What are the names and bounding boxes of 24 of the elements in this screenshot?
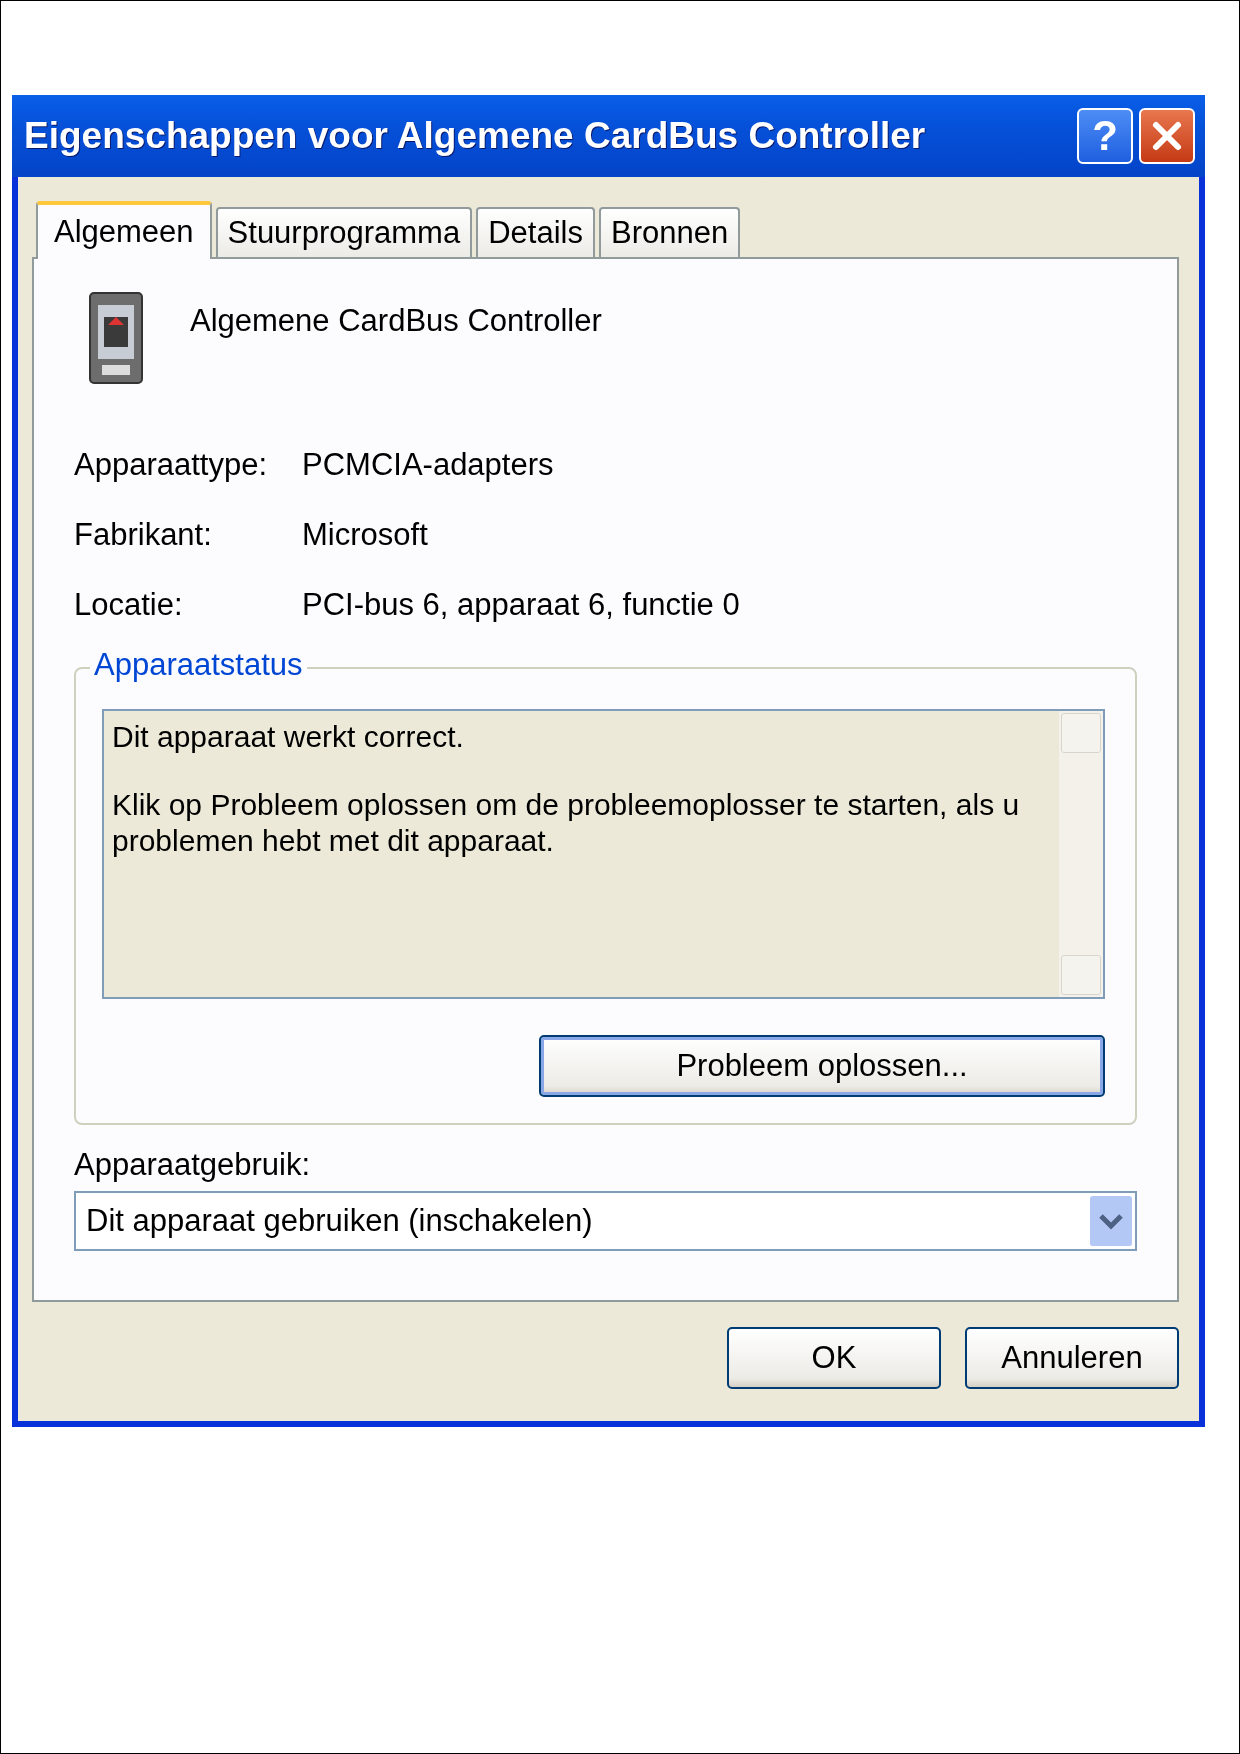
- close-button[interactable]: [1139, 108, 1195, 164]
- status-text: Dit apparaat werkt correct.: [112, 719, 465, 755]
- help-button[interactable]: ?: [1077, 108, 1133, 164]
- close-icon[interactable]: [1150, 119, 1184, 153]
- dialog-button[interactable]: Annuleren: [965, 1327, 1179, 1389]
- tab[interactable]: Bronnen: [598, 207, 741, 257]
- usage-dropdown[interactable]: Dit apparaat gebruiken (inschakelen): [74, 1191, 1137, 1251]
- property-value: PCMCIA-adapters: [302, 447, 555, 483]
- dialog-button[interactable]: OK: [727, 1327, 941, 1389]
- troubleshoot-button[interactable]: Probleem oplossen...: [539, 1035, 1105, 1097]
- dropdown-arrow-icon[interactable]: [1090, 1196, 1132, 1246]
- property-label: Fabrikant:: [74, 517, 213, 553]
- property-value: Microsoft: [302, 517, 429, 553]
- usage-label: Apparaatgebruik:: [74, 1147, 312, 1183]
- tab[interactable]: Algemeen: [36, 201, 212, 259]
- status-text: Klik op Probleem oplossen om de probleemoplosser te starten, als u problemen hebt met dit apparaat.: [112, 787, 1021, 859]
- tab[interactable]: Stuurprogramma: [215, 207, 473, 257]
- property-label: Apparaattype:: [74, 447, 269, 483]
- property-value: PCI-bus 6, apparaat 6, functie 0: [302, 587, 741, 623]
- property-label: Locatie:: [74, 587, 184, 623]
- window-title: Eigenschappen voor Algemene CardBus Controller: [24, 115, 927, 157]
- card-icon: [86, 291, 146, 387]
- tab[interactable]: Details: [476, 207, 595, 257]
- device-name: Algemene CardBus Controller: [190, 303, 602, 339]
